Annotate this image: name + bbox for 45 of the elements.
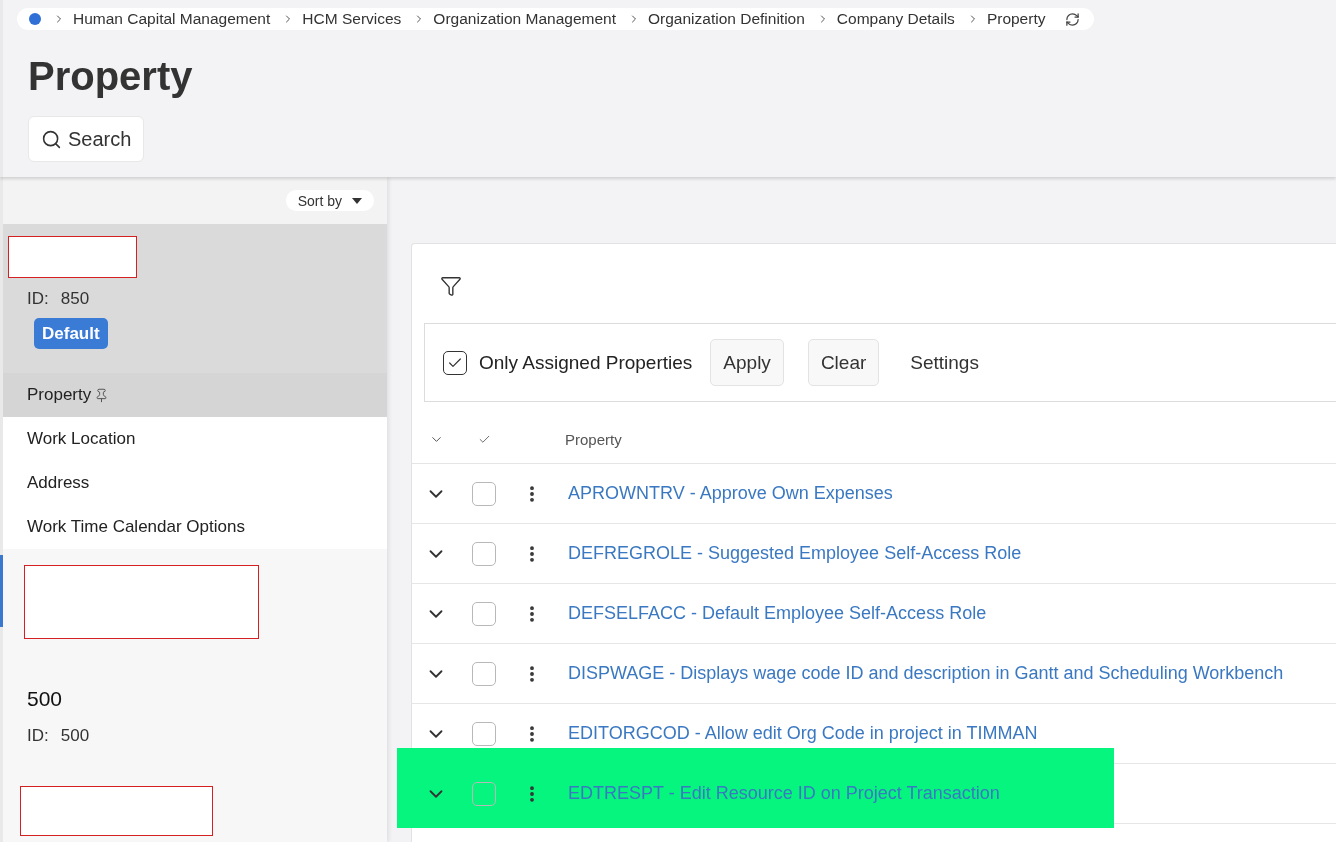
checkbox[interactable] [443,350,467,375]
nav-item[interactable]: Address [3,461,387,505]
company-card[interactable]: ID: 850 Default Property Work Location Address Work Time Calendar Options [3,224,387,549]
toolbar-button[interactable]: Apply [710,339,784,386]
search-button[interactable]: Search [28,116,145,162]
checkbox-label: Only Assigned Properties [479,351,693,374]
page-title: Property [28,53,193,100]
caret-down-icon [352,197,362,204]
id-value: 500 [60,726,90,746]
refresh-icon[interactable] [1065,11,1081,27]
company-card[interactable]: 500 ID: 500 [3,549,387,770]
column-header[interactable]: Property [556,431,622,448]
sort-by-button[interactable]: Sort by [285,190,374,211]
property-link[interactable]: APROWNTRV - Approve Own Expenses [568,483,893,503]
breadcrumb-link[interactable]: Company Details [836,10,955,28]
id-label: ID: [27,289,49,309]
company-name: 500 [27,687,63,711]
pin-icon[interactable] [94,387,110,403]
filter-icon[interactable] [440,275,462,297]
row-checkbox[interactable] [472,481,496,506]
text-button[interactable]: Settings [897,339,992,386]
id-value: 850 [60,289,90,309]
property-link[interactable]: DEFSELFACC - Default Employee Self-Access Role [568,603,987,623]
nav-item[interactable]: Property [3,373,387,417]
default-badge: Default [34,318,108,349]
row-checkbox[interactable] [472,541,496,566]
id-label: ID: [27,726,49,746]
home-dot-icon[interactable] [29,13,41,25]
row-checkbox[interactable] [472,721,496,746]
toolbar-button[interactable]: Clear [807,339,880,386]
breadcrumb-link[interactable]: Property [986,10,1046,28]
row-checkbox[interactable] [472,781,496,806]
row-checkbox[interactable] [472,661,496,686]
property-link[interactable]: DEFREGROLE - Suggested Employee Self-Access Role [568,543,1022,563]
row-checkbox[interactable] [472,601,496,626]
property-link[interactable]: EDITORGCOD - Allow edit Org Code in project in TIMMAN [568,723,1038,743]
search-icon [41,128,62,150]
breadcrumb-link[interactable]: HCM Services [302,10,402,28]
check-icon[interactable] [477,433,491,446]
nav-item[interactable]: Work Time Calendar Options [3,505,387,549]
breadcrumb-link[interactable]: Organization Management [433,10,617,28]
nav-item[interactable]: Work Location [3,417,387,461]
breadcrumb-link[interactable]: Organization Definition [648,10,805,28]
property-link[interactable]: DISPWAGE - Displays wage code ID and description in Gantt and Scheduling Workbench [568,663,1284,683]
breadcrumb-link[interactable]: Human Capital Management [73,10,271,28]
